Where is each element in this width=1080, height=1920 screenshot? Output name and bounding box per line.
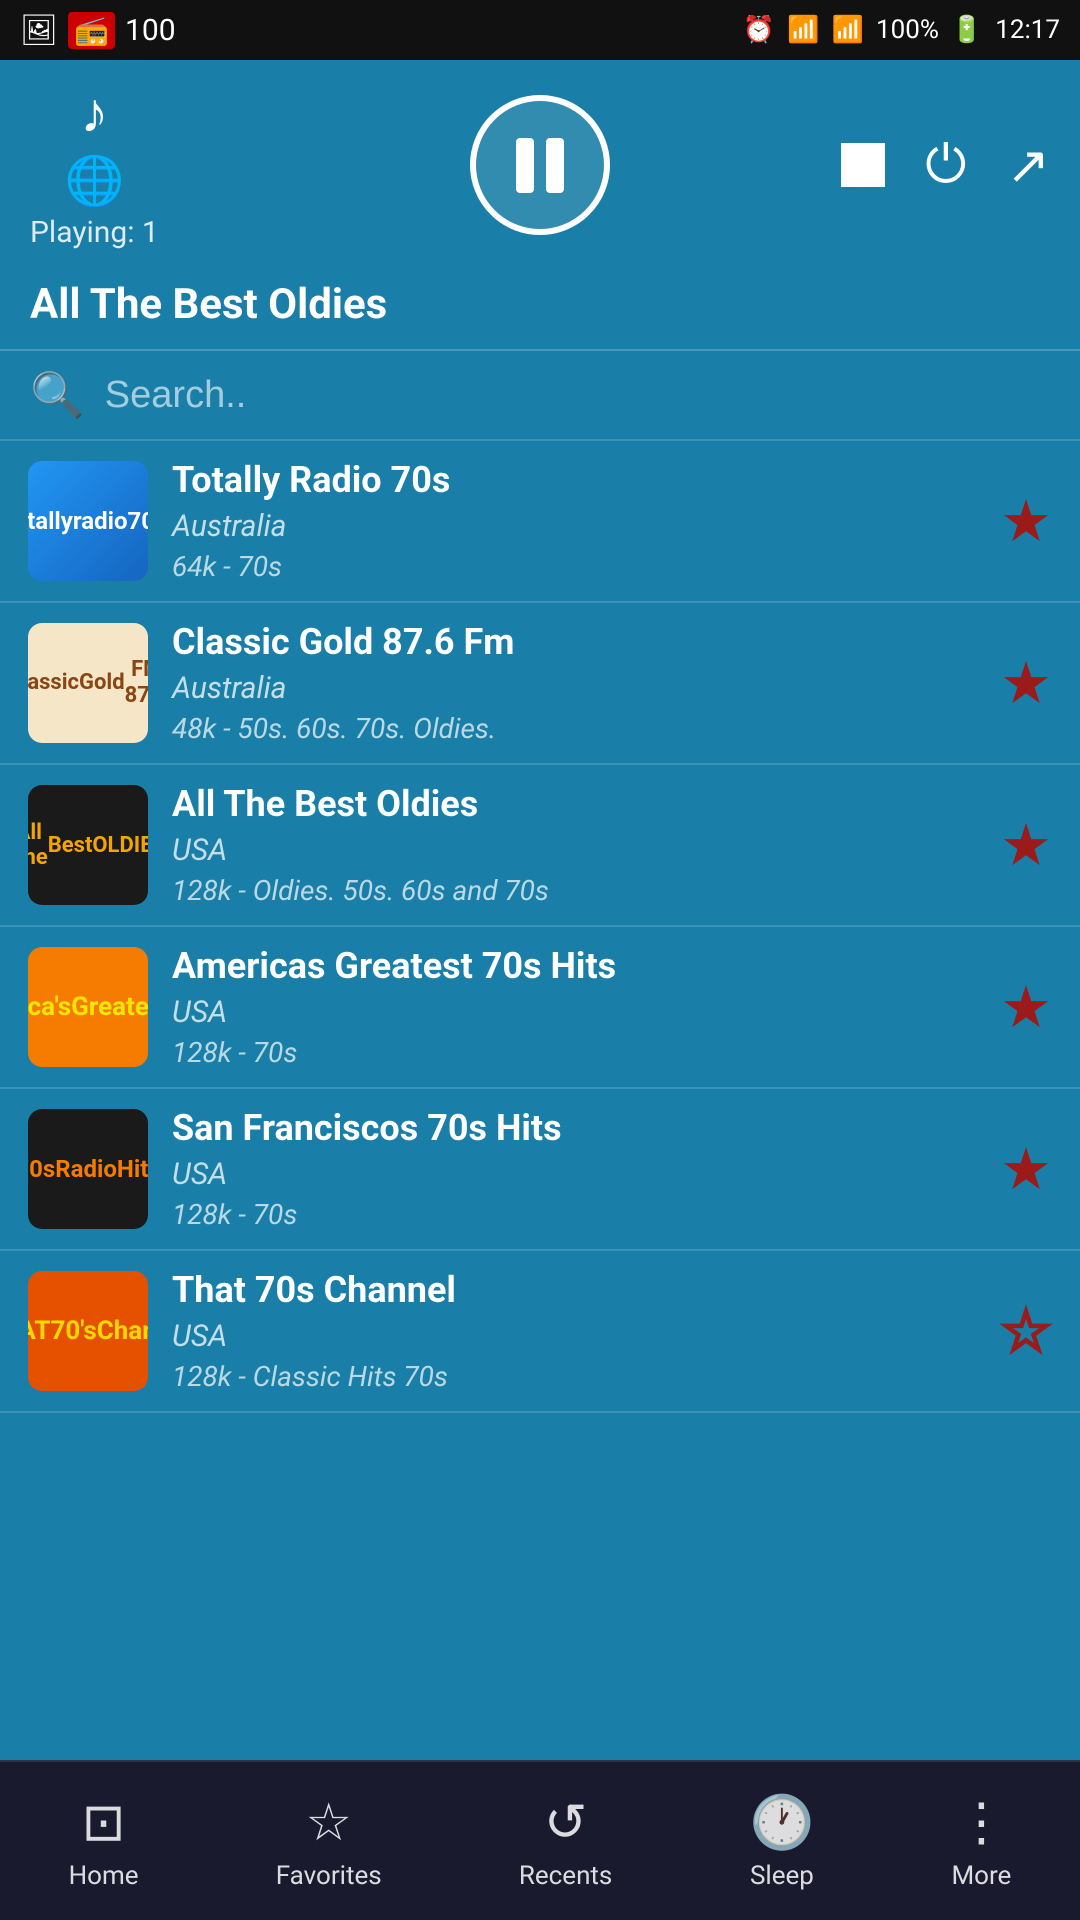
bottom-nav: ⊡ Home ☆ Favorites ↺ Recents 🕐 Sleep ⋮ M…: [0, 1760, 1080, 1920]
stop-button[interactable]: [841, 143, 885, 187]
home-icon: ⊡: [82, 1792, 126, 1853]
station-name: Totally Radio 70s: [172, 459, 976, 501]
nav-recents[interactable]: ↺ Recents: [519, 1792, 613, 1891]
station-info: Americas Greatest 70s Hits USA 128k - 70…: [172, 945, 976, 1069]
station-country: Australia: [172, 671, 976, 706]
nav-more[interactable]: ⋮ More: [951, 1792, 1011, 1891]
now-playing-section: All The Best Oldies: [0, 270, 1080, 349]
favorite-star[interactable]: ★: [1000, 811, 1052, 880]
player-header: Playing: 1 ⏻ ↗: [0, 60, 1080, 270]
battery-icon: 🔋: [951, 15, 983, 45]
nav-more-label: More: [951, 1861, 1011, 1891]
favorite-star[interactable]: ★: [1000, 649, 1052, 718]
status-right: ⏰ 📶 📶 100% 🔋 12:17: [743, 15, 1060, 45]
app-count: 100: [125, 13, 176, 48]
station-info: Totally Radio 70s Australia 64k - 70s: [172, 459, 976, 583]
favorite-star[interactable]: ★: [1000, 1135, 1052, 1204]
search-bar: 🔍: [0, 351, 1080, 441]
station-country: USA: [172, 833, 976, 868]
station-info: San Franciscos 70s Hits USA 128k - 70s: [172, 1107, 976, 1231]
station-country: USA: [172, 1157, 976, 1192]
station-meta: 64k - 70s: [172, 550, 976, 583]
nav-sleep[interactable]: 🕐 Sleep: [750, 1792, 815, 1891]
recents-icon: ↺: [544, 1792, 588, 1853]
nav-sleep-label: Sleep: [750, 1861, 814, 1891]
station-logo: 70sRadioHits: [28, 1109, 148, 1229]
pause-bar-right: [546, 138, 564, 193]
nav-home-label: Home: [69, 1861, 139, 1891]
header-left-controls: Playing: 1: [30, 80, 159, 250]
alarm-icon: ⏰: [743, 15, 775, 45]
station-item[interactable]: ClassicGoldFM 87.6 Classic Gold 87.6 Fm …: [0, 603, 1080, 765]
station-logo: ClassicGoldFM 87.6: [28, 623, 148, 743]
power-icon[interactable]: ⏻: [925, 134, 966, 196]
station-logo: totallyradio70's: [28, 461, 148, 581]
favorite-star[interactable]: ★: [1000, 973, 1052, 1042]
station-country: USA: [172, 1319, 976, 1354]
now-playing-title: All The Best Oldies: [30, 280, 1050, 329]
station-info: Classic Gold 87.6 Fm Australia 48k - 50s…: [172, 621, 976, 745]
station-logo: All TheBestOLDIES: [28, 785, 148, 905]
pause-bar-left: [516, 138, 534, 193]
signal-icon: 📶: [832, 15, 864, 45]
station-item[interactable]: THAT70'sChannel That 70s Channel USA 128…: [0, 1251, 1080, 1413]
station-meta: 128k - 70s: [172, 1036, 976, 1069]
search-icon: 🔍: [30, 369, 85, 421]
header-right-controls: ⏻ ↗: [841, 134, 1050, 196]
battery-percent: 100%: [876, 15, 939, 45]
favorite-star[interactable]: ★: [1000, 487, 1052, 556]
station-country: Australia: [172, 509, 976, 544]
station-info: All The Best Oldies USA 128k - Oldies. 5…: [172, 783, 976, 907]
station-meta: 128k - Oldies. 50s. 60s and 70s: [172, 874, 976, 907]
station-logo: America'sGreatest70s Hits: [28, 947, 148, 1067]
status-left: 🖼 📻 100: [20, 12, 176, 49]
more-icon: ⋮: [955, 1792, 1007, 1853]
sleep-icon: 🕐: [750, 1792, 815, 1853]
station-item[interactable]: All TheBestOLDIES All The Best Oldies US…: [0, 765, 1080, 927]
station-item[interactable]: 70sRadioHits San Franciscos 70s Hits USA…: [0, 1089, 1080, 1251]
status-bar: 🖼 📻 100 ⏰ 📶 📶 100% 🔋 12:17: [0, 0, 1080, 60]
station-name: That 70s Channel: [172, 1269, 976, 1311]
station-country: USA: [172, 995, 976, 1030]
station-meta: 48k - 50s. 60s. 70s. Oldies.: [172, 712, 976, 745]
nav-home[interactable]: ⊡ Home: [69, 1792, 139, 1891]
globe-icon[interactable]: [65, 152, 125, 209]
pause-icon: [516, 138, 564, 193]
station-logo: THAT70'sChannel: [28, 1271, 148, 1391]
station-name: Americas Greatest 70s Hits: [172, 945, 976, 987]
station-item[interactable]: totallyradio70's Totally Radio 70s Austr…: [0, 441, 1080, 603]
nav-favorites-label: Favorites: [276, 1861, 382, 1891]
image-icon: 🖼: [20, 13, 58, 48]
nav-favorites[interactable]: ☆ Favorites: [276, 1792, 382, 1891]
star-nav-icon: ☆: [305, 1792, 352, 1853]
station-item[interactable]: America'sGreatest70s Hits Americas Great…: [0, 927, 1080, 1089]
radio-app-icon: 📻: [68, 12, 115, 49]
station-info: That 70s Channel USA 128k - Classic Hits…: [172, 1269, 976, 1393]
playing-label: Playing: 1: [30, 215, 159, 250]
nav-recents-label: Recents: [519, 1861, 613, 1891]
time-display: 12:17: [995, 15, 1060, 45]
station-meta: 128k - 70s: [172, 1198, 976, 1231]
pause-button[interactable]: [470, 95, 610, 235]
wifi-icon: 📶: [787, 15, 819, 45]
share-icon[interactable]: ↗: [1006, 135, 1050, 196]
play-pause-center: [470, 95, 610, 235]
station-name: Classic Gold 87.6 Fm: [172, 621, 976, 663]
station-name: San Franciscos 70s Hits: [172, 1107, 976, 1149]
favorite-star[interactable]: ☆: [1000, 1297, 1052, 1366]
station-name: All The Best Oldies: [172, 783, 976, 825]
station-meta: 128k - Classic Hits 70s: [172, 1360, 976, 1393]
search-input[interactable]: [105, 374, 1050, 417]
station-list: totallyradio70's Totally Radio 70s Austr…: [0, 441, 1080, 1774]
music-note-icon[interactable]: [80, 80, 108, 146]
